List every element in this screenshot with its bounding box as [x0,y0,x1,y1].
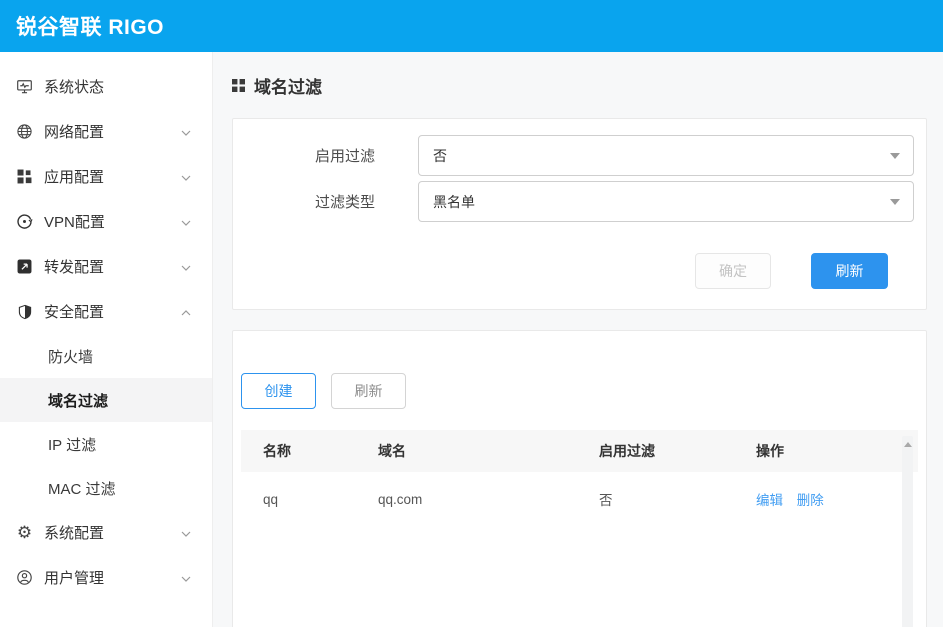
app-title: 锐谷智联 RIGO [16,11,164,41]
form-row-filter-type: 过滤类型 黑名单 [233,181,914,222]
domain-list-card: 创建 刷新 名称 域名 启用过滤 操作 qq qq.com 否 编辑 删除 [232,330,927,627]
sidebar-item-label: VPN配置 [44,211,180,232]
chevron-up-icon [180,306,192,318]
form-row-enable-filter: 启用过滤 否 [233,135,914,176]
chevron-down-icon [180,126,192,138]
cell-domain: qq.com [356,492,577,507]
sidebar-item-label: 网络配置 [44,121,180,142]
grid-icon [232,79,245,92]
sidebar-item-vpn-config[interactable]: VPN配置 [0,199,212,244]
sidebar-item-label: 系统状态 [44,76,196,97]
shield-icon [16,303,33,320]
forward-icon [16,258,33,275]
column-header-enabled: 启用过滤 [577,441,734,461]
gear-icon: ⚙ [16,524,33,541]
column-header-domain: 域名 [356,441,577,461]
table-header-row: 名称 域名 启用过滤 操作 [241,430,918,472]
vpn-globe-icon [16,213,33,230]
refresh-button[interactable]: 刷新 [811,253,888,289]
sidebar-item-label: 转发配置 [44,256,180,277]
sidebar-item-label: 应用配置 [44,166,180,187]
chevron-down-icon [180,572,192,584]
table-toolbar: 创建 刷新 [241,373,918,409]
cell-name: qq [241,492,356,507]
user-icon [16,569,33,586]
sidebar-item-firewall[interactable]: 防火墙 [0,334,212,378]
chevron-down-icon [180,261,192,273]
cell-actions: 编辑 删除 [734,489,918,509]
table-scrollbar[interactable] [902,436,913,627]
table-row: qq qq.com 否 编辑 删除 [241,472,918,526]
enable-filter-value: 否 [433,146,447,166]
filter-type-value: 黑名单 [433,192,475,212]
chevron-down-icon [180,216,192,228]
caret-down-icon [890,153,900,159]
sidebar-item-mac-filter[interactable]: MAC 过滤 [0,466,212,510]
app-header: 锐谷智联 RIGO [0,0,943,52]
sidebar-item-network-config[interactable]: 网络配置 [0,109,212,154]
filter-settings-card: 启用过滤 否 过滤类型 黑名单 确定 刷新 [232,118,927,310]
sidebar-item-domain-filter[interactable]: 域名过滤 [0,378,212,422]
page-title: 域名过滤 [254,73,322,98]
filter-type-select[interactable]: 黑名单 [418,181,914,222]
sidebar-item-label: 安全配置 [44,301,180,322]
sidebar-item-user-management[interactable]: 用户管理 [0,555,212,600]
sidebar: 系统状态 网络配置 应用配置 [0,52,213,627]
sidebar-item-label: 系统配置 [44,522,180,543]
cell-enabled: 否 [577,489,734,509]
enable-filter-label: 启用过滤 [233,145,383,166]
sidebar-item-app-config[interactable]: 应用配置 [0,154,212,199]
chevron-down-icon [180,527,192,539]
globe-icon [16,123,33,140]
confirm-button[interactable]: 确定 [695,253,771,289]
table-refresh-button[interactable]: 刷新 [331,373,406,409]
form-actions: 确定 刷新 [233,253,914,289]
enable-filter-select[interactable]: 否 [418,135,914,176]
domain-table: 名称 域名 启用过滤 操作 qq qq.com 否 编辑 删除 [241,430,918,526]
filter-type-label: 过滤类型 [233,191,383,212]
sidebar-item-forward-config[interactable]: 转发配置 [0,244,212,289]
monitor-icon [16,78,33,95]
sidebar-item-label: 用户管理 [44,567,180,588]
sidebar-item-system-config[interactable]: ⚙ 系统配置 [0,510,212,555]
chevron-down-icon [180,171,192,183]
column-header-actions: 操作 [734,441,918,461]
create-button[interactable]: 创建 [241,373,316,409]
page-title-row: 域名过滤 [232,68,927,102]
scroll-up-arrow-icon[interactable] [904,442,912,447]
main-content: 域名过滤 启用过滤 否 过滤类型 黑名单 确定 刷新 创建 刷新 [213,52,943,627]
caret-down-icon [890,199,900,205]
column-header-name: 名称 [241,441,356,461]
delete-link[interactable]: 删除 [797,493,824,508]
apps-icon [16,168,33,185]
sidebar-item-security-config[interactable]: 安全配置 [0,289,212,334]
sidebar-item-ip-filter[interactable]: IP 过滤 [0,422,212,466]
sidebar-item-system-status[interactable]: 系统状态 [0,64,212,109]
edit-link[interactable]: 编辑 [756,493,783,508]
